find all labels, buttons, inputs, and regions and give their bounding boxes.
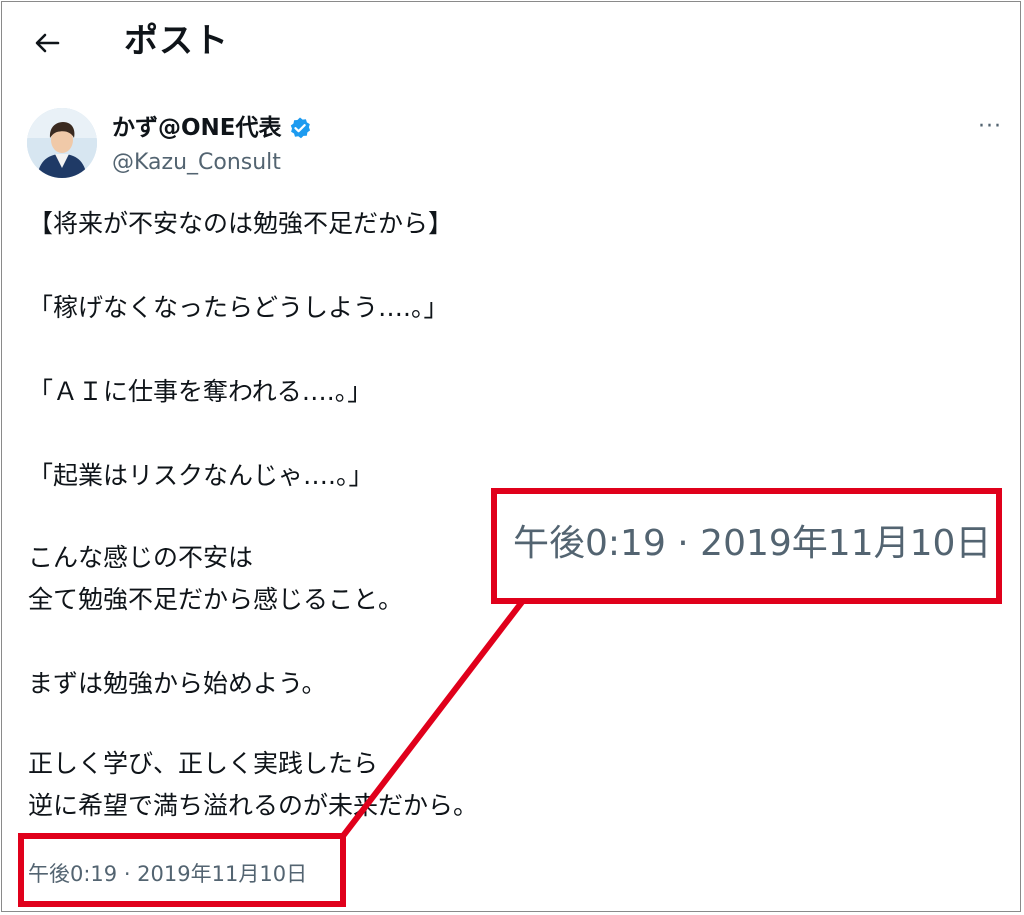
timestamp-callout-text: 午後0:19 · 2019年11月10日 [513,523,992,564]
more-button[interactable]: ··· [968,112,1012,140]
tweet-line: こんな感じの不安は [28,543,254,572]
post-header: ポスト [0,0,1024,86]
tweet-line: 「起業はリスクなんじゃ….。」 [28,461,374,490]
tweet-line: 正しく学び、正しく実践したら [28,749,379,778]
tweet-line: 【将来が不安なのは勉強不足だから】 [28,209,454,238]
tweet-line: 全て勉強不足だから感じること。 [28,585,404,614]
tweet-line: まずは勉強から始めよう。 [28,669,327,698]
page-title: ポスト [124,21,229,61]
avatar-image [27,108,97,178]
tweet-line: 「ＡＩに仕事を奪われる….。」 [28,377,373,406]
verified-badge-icon [290,117,310,139]
author-handle[interactable]: @Kazu_Consult [112,148,281,178]
back-button[interactable] [30,26,64,60]
tweet-line: 「稼げなくなったらどうしよう….。」 [28,293,449,322]
avatar[interactable] [27,108,97,178]
more-dots-icon: ··· [978,113,1002,139]
tweet-line: 逆に希望で満ち溢れるのが未来だから。 [28,791,479,820]
arrow-left-icon [35,33,60,53]
author-name-row: かず@ONE代表 [112,110,312,146]
timestamp-highlight-box [18,833,346,907]
display-name[interactable]: かず@ONE代表 [112,112,282,144]
